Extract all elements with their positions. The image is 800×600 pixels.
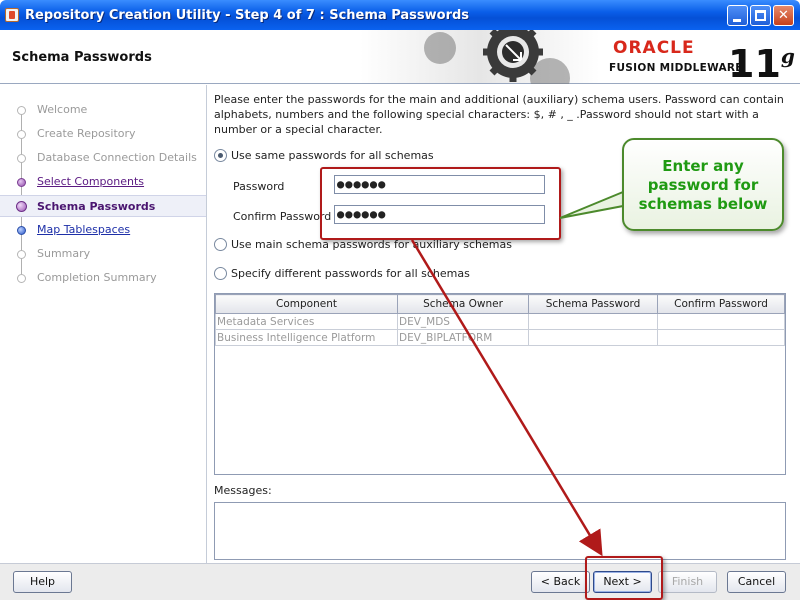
step-dot-icon (17, 154, 26, 163)
option-label: Use same passwords for all schemas (231, 149, 434, 162)
table-cell (657, 329, 785, 346)
callout-line: schemas below (638, 195, 768, 213)
messages-box[interactable] (214, 502, 786, 560)
step-schema-passwords: Schema Passwords (0, 195, 206, 217)
table-cell (657, 313, 785, 330)
table-header-row: Component Schema Owner Schema Password C… (215, 294, 785, 314)
step-label: Database Connection Details (37, 151, 197, 164)
gears-graphic (424, 30, 570, 84)
step-map-tablespaces[interactable]: Map Tablespaces (0, 219, 206, 241)
table-cell: Business Intelligence Platform (215, 329, 398, 346)
finish-button[interactable]: Finish (658, 571, 717, 593)
callout-line: Enter any (662, 157, 744, 175)
table-cell: DEV_BIPLATFORM (397, 329, 529, 346)
step-completion-summary: Completion Summary (0, 267, 206, 289)
close-button[interactable]: ✕ (773, 5, 794, 26)
step-dot-icon (17, 274, 26, 283)
page-header: Schema Passwords ORACLE FUSION MIDDLEWAR… (0, 30, 800, 84)
fusion-middleware-logo: FUSION MIDDLEWARE (609, 62, 743, 74)
schema-table: Component Schema Owner Schema Password C… (214, 293, 786, 475)
wizard-steps-sidebar: Welcome Create Repository Database Conne… (0, 85, 207, 563)
table-cell (528, 313, 658, 330)
column-header[interactable]: Schema Password (528, 294, 658, 314)
table-row: Metadata Services DEV_MDS (215, 313, 785, 330)
radio-button[interactable] (214, 267, 227, 280)
confirm-password-label: Confirm Password (233, 210, 332, 223)
table-row: Business Intelligence Platform DEV_BIPLA… (215, 329, 785, 346)
column-header[interactable]: Component (215, 294, 398, 314)
step-dot-icon (17, 106, 26, 115)
version-logo: 11g (728, 36, 795, 84)
instructions-text: Please enter the passwords for the main … (214, 93, 784, 136)
version-number: 11 (728, 42, 781, 86)
step-label: Welcome (37, 103, 88, 116)
step-database-connection: Database Connection Details (0, 147, 206, 169)
column-header[interactable]: Schema Owner (397, 294, 529, 314)
step-welcome: Welcome (0, 99, 206, 121)
messages-label: Messages: (214, 484, 272, 497)
password-fields-highlight (320, 167, 561, 240)
cancel-button[interactable]: Cancel (727, 571, 786, 593)
page-title: Schema Passwords (12, 50, 152, 65)
step-select-components[interactable]: Select Components (0, 171, 206, 193)
step-label: Map Tablespaces (37, 223, 131, 236)
button-bar: Help < Back Next > Finish Cancel (0, 563, 800, 600)
step-dot-icon (17, 226, 26, 235)
step-summary: Summary (0, 243, 206, 265)
radio-button-checked[interactable] (214, 149, 227, 162)
option-same-passwords[interactable]: Use same passwords for all schemas (214, 148, 434, 164)
step-label: Completion Summary (37, 271, 157, 284)
step-label: Schema Passwords (37, 200, 156, 213)
step-label: Create Repository (37, 127, 136, 140)
step-dot-icon (17, 130, 26, 139)
help-button[interactable]: Help (13, 571, 72, 593)
option-different-passwords[interactable]: Specify different passwords for all sche… (214, 266, 470, 282)
instruction-callout: Enter any password for schemas below (622, 138, 784, 231)
maximize-button[interactable] (750, 5, 771, 26)
step-dot-icon (16, 201, 27, 212)
back-button[interactable]: < Back (531, 571, 590, 593)
step-label: Summary (37, 247, 91, 260)
step-dot-icon (17, 250, 26, 259)
next-button-highlight (585, 556, 663, 600)
window-title: Repository Creation Utility - Step 4 of … (25, 8, 470, 23)
minimize-button[interactable] (727, 5, 748, 26)
table-cell (528, 329, 658, 346)
table-cell: DEV_MDS (397, 313, 529, 330)
table-cell: Metadata Services (215, 313, 398, 330)
title-bar: Repository Creation Utility - Step 4 of … (0, 0, 800, 30)
radio-button[interactable] (214, 238, 227, 251)
minimize-icon (733, 19, 741, 22)
option-label: Specify different passwords for all sche… (231, 267, 470, 280)
step-dot-icon (17, 178, 26, 187)
callout-line: password for (647, 176, 759, 194)
close-icon: ✕ (778, 8, 789, 23)
oracle-logo: ORACLE (613, 38, 695, 58)
version-suffix: g (780, 44, 795, 68)
password-label: Password (233, 180, 285, 193)
app-icon (5, 8, 19, 22)
maximize-icon (755, 10, 766, 21)
step-label: Select Components (37, 175, 145, 188)
step-create-repository: Create Repository (0, 123, 206, 145)
column-header[interactable]: Confirm Password (657, 294, 785, 314)
callout-text: Enter any password for schemas below (624, 157, 782, 214)
